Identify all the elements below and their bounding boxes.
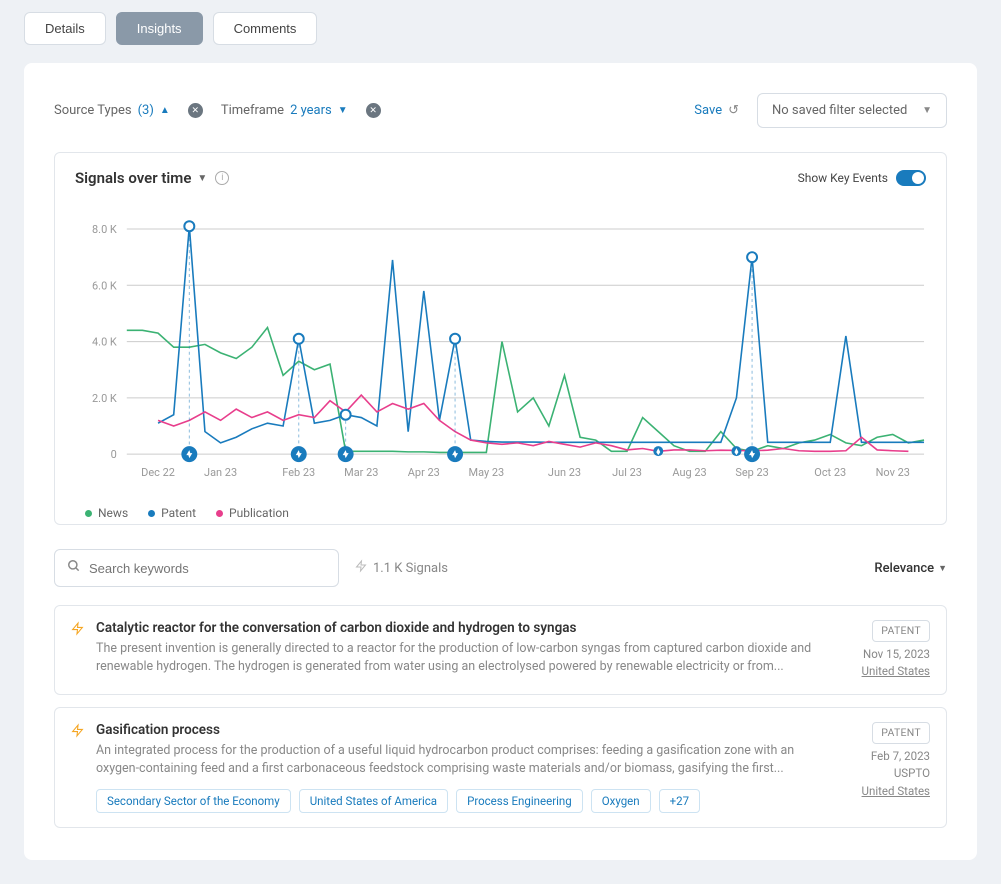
filter-source-types-count: (3): [138, 103, 154, 118]
svg-text:Nov 23: Nov 23: [876, 466, 910, 479]
filter-source-types-label: Source Types: [54, 103, 132, 118]
result-title: Catalytic reactor for the conversation o…: [96, 620, 838, 636]
saved-filter-placeholder: No saved filter selected: [772, 103, 907, 118]
svg-text:Jan 23: Jan 23: [204, 466, 237, 479]
clear-source-types-button[interactable]: ✕: [188, 103, 203, 118]
key-events-label: Show Key Events: [798, 171, 888, 185]
saved-filter-select[interactable]: No saved filter selected ▼: [757, 93, 947, 128]
svg-text:May 23: May 23: [469, 466, 505, 479]
result-location[interactable]: United States: [862, 784, 930, 798]
result-card[interactable]: Gasification process An integrated proce…: [54, 707, 947, 827]
svg-text:Feb 23: Feb 23: [282, 466, 315, 479]
svg-text:Sep 23: Sep 23: [735, 466, 769, 479]
result-tag[interactable]: United States of America: [299, 789, 448, 813]
svg-text:Jun 23: Jun 23: [548, 466, 581, 479]
svg-text:0: 0: [111, 448, 117, 461]
chevron-down-icon: ▼: [197, 173, 207, 184]
filter-source-types[interactable]: Source Types (3) ▲: [54, 103, 170, 118]
svg-text:Aug 23: Aug 23: [672, 466, 706, 479]
svg-text:8.0 K: 8.0 K: [92, 223, 117, 236]
bolt-icon: [355, 559, 367, 577]
result-source: USPTO: [894, 766, 930, 780]
chart-title-dropdown[interactable]: Signals over time ▼: [75, 169, 207, 187]
signals-count-label: 1.1 K Signals: [373, 561, 448, 576]
result-date: Feb 7, 2023: [871, 749, 930, 763]
chevron-down-icon: ▼: [922, 105, 932, 116]
result-type-badge: PATENT: [872, 620, 930, 642]
tab-insights[interactable]: Insights: [116, 12, 203, 45]
legend-news[interactable]: News: [85, 506, 128, 520]
result-date: Nov 15, 2023: [863, 647, 930, 661]
legend-patent[interactable]: Patent: [148, 506, 196, 520]
result-description: An integrated process for the production…: [96, 742, 838, 778]
svg-text:Dec 22: Dec 22: [141, 466, 175, 479]
filter-timeframe-label: Timeframe: [221, 103, 284, 118]
chevron-down-icon: ▼: [938, 563, 947, 574]
svg-text:Apr 23: Apr 23: [408, 466, 440, 479]
result-tag[interactable]: +27: [659, 789, 700, 813]
result-title: Gasification process: [96, 722, 838, 738]
save-filter-button[interactable]: Save ↺: [694, 103, 739, 118]
tab-details[interactable]: Details: [24, 12, 106, 45]
chevron-up-icon: ▲: [160, 105, 170, 116]
svg-text:4.0 K: 4.0 K: [92, 336, 117, 349]
search-icon: [67, 559, 81, 577]
result-card[interactable]: Catalytic reactor for the conversation o…: [54, 605, 947, 695]
svg-text:Oct 23: Oct 23: [814, 466, 846, 479]
result-tag[interactable]: Oxygen: [591, 789, 651, 813]
undo-icon: ↺: [728, 103, 739, 118]
result-type-badge: PATENT: [872, 722, 930, 744]
filter-timeframe[interactable]: Timeframe 2 years ▼: [221, 103, 348, 118]
tab-comments[interactable]: Comments: [213, 12, 318, 45]
key-events-toggle[interactable]: [896, 170, 926, 186]
bolt-icon: [71, 723, 84, 812]
bolt-icon: [71, 621, 84, 680]
svg-text:Mar 23: Mar 23: [344, 466, 378, 479]
clear-timeframe-button[interactable]: ✕: [366, 103, 381, 118]
result-description: The present invention is generally direc…: [96, 640, 838, 676]
info-icon[interactable]: i: [215, 171, 229, 185]
svg-text:2.0 K: 2.0 K: [92, 392, 117, 405]
result-tag[interactable]: Secondary Sector of the Economy: [96, 789, 291, 813]
signals-chart: 0 2.0 K 4.0 K 6.0 K 8.0 K Dec 22 Jan 23 Feb 23 M…: [67, 205, 934, 484]
tabs: Details Insights Comments: [24, 12, 977, 45]
search-input[interactable]: [89, 561, 326, 576]
chevron-down-icon: ▼: [338, 105, 348, 116]
filter-timeframe-value: 2 years: [290, 103, 332, 118]
sort-dropdown[interactable]: Relevance ▼: [874, 561, 947, 576]
result-location[interactable]: United States: [862, 664, 930, 678]
svg-text:Jul 23: Jul 23: [612, 466, 642, 479]
svg-text:6.0 K: 6.0 K: [92, 279, 117, 292]
result-tag[interactable]: Process Engineering: [456, 789, 583, 813]
legend-publication[interactable]: Publication: [216, 506, 289, 520]
